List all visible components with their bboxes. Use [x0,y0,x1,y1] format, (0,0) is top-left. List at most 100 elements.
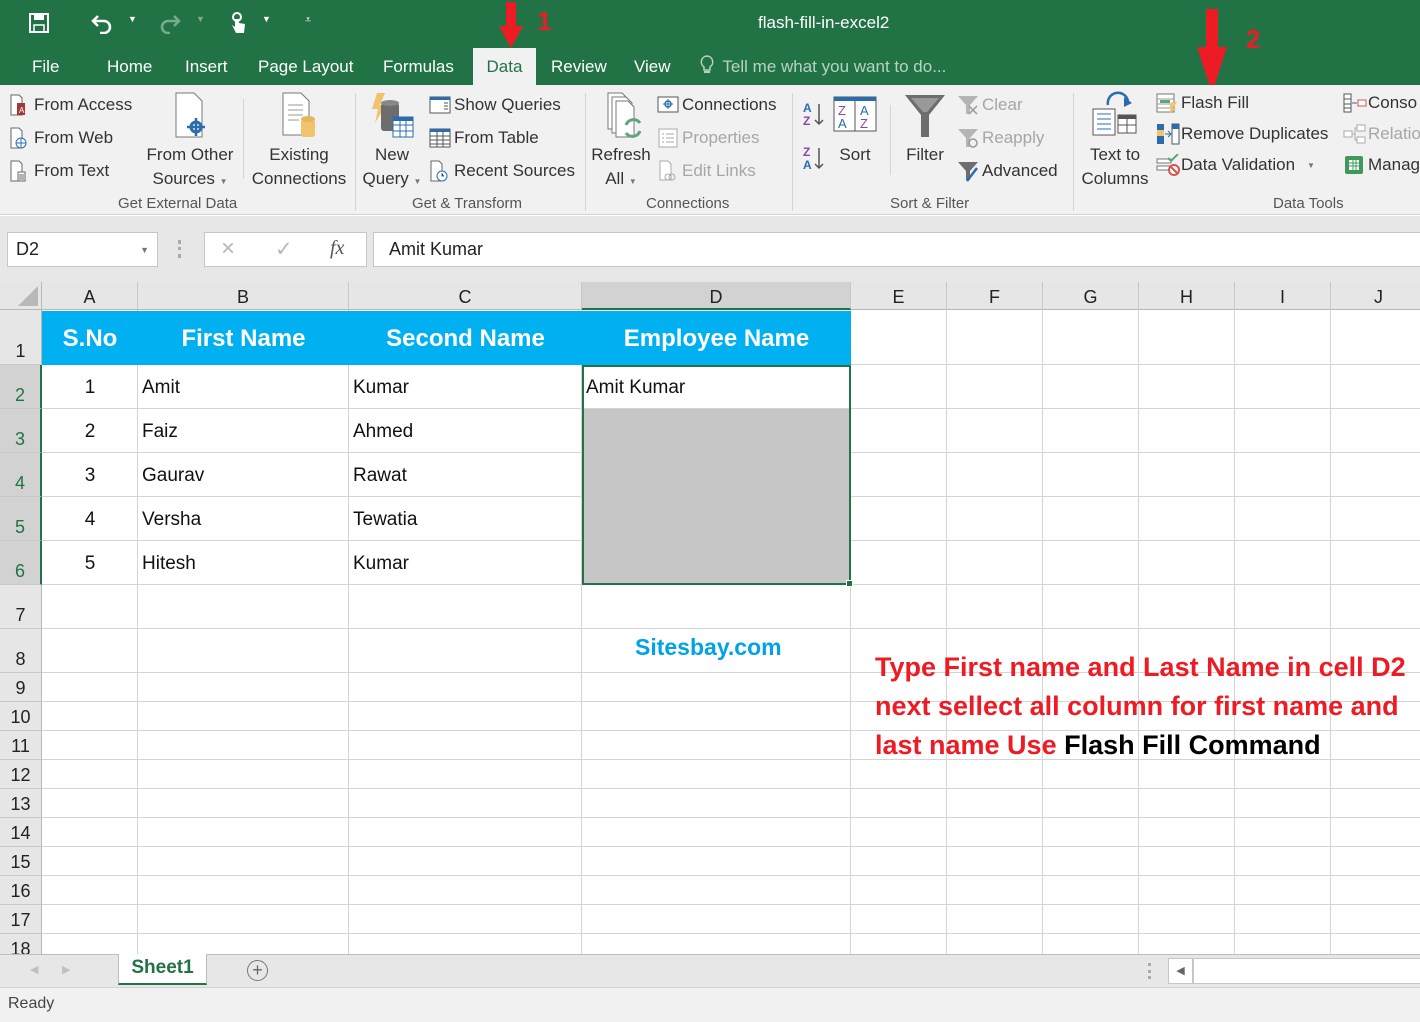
formula-input[interactable]: Amit Kumar [373,232,1420,267]
column-header-g[interactable]: G [1043,282,1139,310]
cell-a6[interactable]: 5 [42,541,138,585]
cell-a4[interactable]: 3 [42,453,138,497]
add-sheet-icon[interactable]: + [247,960,268,981]
cell-c6[interactable]: Kumar [349,541,582,585]
recent-sources-button[interactable]: Recent Sources [429,160,575,182]
name-box-dropdown-icon[interactable]: ▼ [140,245,149,255]
column-header-d[interactable]: D [582,282,851,310]
existing-connections-button[interactable]: Existing Connections [247,91,351,191]
customize-qat-icon[interactable]: ⩡ [305,14,311,27]
clear-filter-button[interactable]: Clear [957,94,1023,116]
spreadsheet-grid[interactable]: A B C D E F G H I J 1 2 3 4 5 6 7 8 9 10 11 12 13 14 15 16 17 18 S.N… [0,282,1420,954]
from-web-button[interactable]: From Web [9,127,113,149]
row-header-12[interactable]: 12 [0,760,42,789]
tab-file[interactable]: File [20,48,71,85]
properties-button[interactable]: Properties [657,127,759,149]
cell-b6[interactable]: Hitesh [138,541,349,585]
cell-b2[interactable]: Amit [138,365,349,409]
redo-dropdown-icon[interactable]: ▼ [196,14,205,24]
from-access-button[interactable]: A From Access [9,94,132,116]
cell-c3[interactable]: Ahmed [349,409,582,453]
undo-dropdown-icon[interactable]: ▼ [128,14,137,24]
tell-me-box[interactable]: Tell me what you want to do... [700,48,946,85]
cell-a5[interactable]: 4 [42,497,138,541]
row-header-13[interactable]: 13 [0,789,42,818]
tab-home[interactable]: Home [95,48,164,85]
horizontal-scrollbar[interactable] [1193,958,1420,984]
cell-c2[interactable]: Kumar [349,365,582,409]
tab-view[interactable]: View [622,48,683,85]
cell-c5[interactable]: Tewatia [349,497,582,541]
formula-bar-grip[interactable] [178,240,181,258]
undo-icon[interactable] [90,10,114,36]
cell-b3[interactable]: Faiz [138,409,349,453]
column-header-j[interactable]: J [1331,282,1420,310]
header-sno[interactable]: S.No [42,311,138,365]
column-header-a[interactable]: A [42,282,138,310]
tab-formulas[interactable]: Formulas [371,48,466,85]
filter-button[interactable]: Filter [898,91,952,167]
scroll-left-icon[interactable]: ◀ [1168,958,1193,984]
row-header-2[interactable]: 2 [0,365,42,409]
column-header-c[interactable]: C [349,282,582,310]
touch-dropdown-icon[interactable]: ▼ [262,14,271,24]
cell-b5[interactable]: Versha [138,497,349,541]
reapply-button[interactable]: Reapply [957,127,1044,149]
redo-icon[interactable] [158,10,182,36]
scroll-sheets-right-icon[interactable]: ▶ [62,963,70,976]
cell-b4[interactable]: Gaurav [138,453,349,497]
sort-z-to-a-button[interactable]: ZA [802,143,826,178]
row-header-15[interactable]: 15 [0,847,42,876]
tab-review[interactable]: Review [539,48,619,85]
name-box[interactable]: D2 ▼ [7,232,158,267]
row-header-4[interactable]: 4 [0,453,42,497]
manage-data-model-button[interactable]: Manag [1343,154,1420,176]
cell-a2[interactable]: 1 [42,365,138,409]
sort-button[interactable]: ZAAZ Sort [830,91,880,167]
column-header-i[interactable]: I [1235,282,1331,310]
column-header-h[interactable]: H [1139,282,1235,310]
row-header-16[interactable]: 16 [0,876,42,905]
header-second-name[interactable]: Second Name [349,311,582,365]
touch-mode-icon[interactable] [228,10,248,36]
tab-split-grip[interactable] [1148,963,1151,979]
show-queries-button[interactable]: Show Queries [429,94,561,116]
relationships-button[interactable]: Relatio [1343,123,1420,145]
advanced-filter-button[interactable]: Advanced [957,160,1058,182]
data-validation-button[interactable]: Data Validation ▼ [1156,153,1315,176]
from-other-sources-button[interactable]: From Other Sources ▼ [140,91,240,194]
refresh-all-button[interactable]: Refresh All ▼ [588,91,654,194]
cancel-icon[interactable]: × [221,235,235,263]
row-header-7[interactable]: 7 [0,585,42,629]
row-header-5[interactable]: 5 [0,497,42,541]
from-table-button[interactable]: From Table [429,127,539,149]
header-first-name[interactable]: First Name [138,311,349,365]
flash-fill-button[interactable]: Flash Fill [1156,92,1249,114]
sheet-tab-sheet1[interactable]: Sheet1 [118,954,207,985]
column-header-e[interactable]: E [851,282,947,310]
cell-c4[interactable]: Rawat [349,453,582,497]
row-header-1[interactable]: 1 [0,310,42,365]
save-icon[interactable] [28,10,50,36]
cell-a3[interactable]: 2 [42,409,138,453]
consolidate-button[interactable]: Conso [1343,92,1417,114]
column-header-b[interactable]: B [138,282,349,310]
row-header-14[interactable]: 14 [0,818,42,847]
row-header-6[interactable]: 6 [0,541,42,585]
row-header-3[interactable]: 3 [0,409,42,453]
new-query-button[interactable]: New Query ▼ [358,91,426,194]
select-all-button[interactable] [0,282,42,310]
header-employee-name[interactable]: Employee Name [582,311,851,365]
tab-data[interactable]: Data [473,48,536,85]
connections-button[interactable]: Connections [657,94,777,116]
row-header-11[interactable]: 11 [0,731,42,760]
text-to-columns-button[interactable]: Text to Columns [1076,91,1154,191]
tab-insert[interactable]: Insert [173,48,240,85]
tab-page-layout[interactable]: Page Layout [246,48,365,85]
scroll-sheets-left-icon[interactable]: ◀ [30,963,38,976]
remove-duplicates-button[interactable]: Remove Duplicates [1156,123,1328,145]
column-header-f[interactable]: F [947,282,1043,310]
row-header-8[interactable]: 8 [0,629,42,673]
row-header-10[interactable]: 10 [0,702,42,731]
row-header-18[interactable]: 18 [0,934,42,954]
